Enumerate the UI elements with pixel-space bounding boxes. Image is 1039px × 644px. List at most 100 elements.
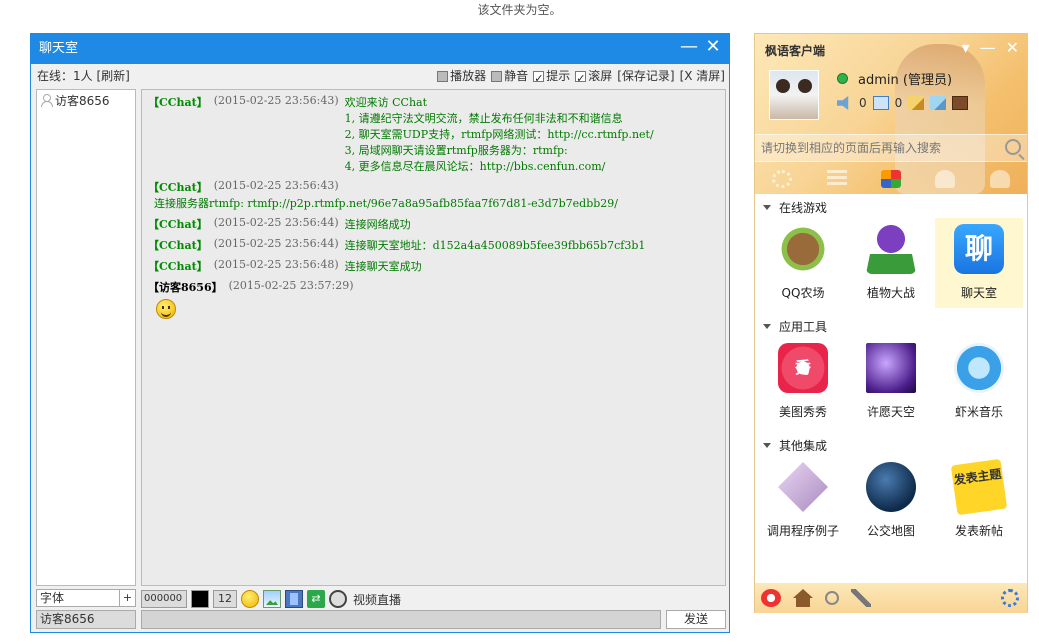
close-button[interactable]: ✕ — [703, 38, 723, 58]
font-select[interactable]: 字体 + — [36, 589, 136, 607]
player-checkbox[interactable]: 播放器 — [437, 65, 486, 87]
app-bus-map[interactable]: 公交地图 — [847, 456, 935, 546]
message-time: (2015-02-25 23:57:29) — [228, 279, 354, 292]
nav-contacts-icon[interactable] — [989, 170, 1010, 188]
mute-checkbox[interactable]: 静音 — [491, 65, 528, 87]
color-swatch[interactable] — [191, 590, 209, 608]
list-item[interactable]: 访客8656 — [39, 92, 133, 108]
send-button[interactable]: 发送 — [666, 610, 726, 629]
message: 【访客8656】 (2015-02-25 23:57:29) — [148, 279, 719, 319]
format-toolbar: 字体 + 000000 12 ⇄ 视频直播 — [36, 589, 726, 609]
message: 【CChat】 (2015-02-25 23:56:43) 欢迎来访 CChat… — [148, 94, 719, 174]
chat-toolbar: 在线：1人 [刷新] 播放器 静音 提示 滚屏 [保存记录] [X 清屏] — [31, 65, 729, 90]
tools-icon[interactable] — [851, 589, 871, 607]
app-new-post[interactable]: 发表主题 发表新帖 — [935, 456, 1023, 546]
nav-apps-icon[interactable] — [880, 170, 901, 188]
welcome-line: 1, 请遵纪守法文明交流，禁止发布任何非法和不和谐信息 — [344, 112, 623, 125]
mail-count: 0 — [894, 96, 903, 110]
message-sender: 【CChat】 — [148, 218, 208, 231]
section-header[interactable]: 应用工具 — [755, 315, 1027, 337]
client-header: 枫语客户端 ▾ — ✕ admin (管理员) 0 0 请切换到相应的页面后再输… — [755, 34, 1027, 194]
volume-count: 0 — [859, 96, 867, 110]
app-qq-farm[interactable]: QQ农场 — [759, 218, 847, 308]
username: admin (管理员) — [858, 73, 953, 88]
share-icon[interactable]: ⇄ — [307, 590, 325, 608]
note-icon[interactable] — [908, 96, 925, 110]
checkbox-box — [533, 68, 545, 90]
welcome-line: 4, 更多信息尽在晨风论坛：http://bbs.cenfun.com/ — [344, 160, 606, 173]
clear-screen-link[interactable]: [X 清屏] — [680, 65, 725, 87]
message-text: 连接网络成功 — [344, 218, 411, 231]
online-status-icon[interactable] — [837, 73, 848, 84]
search-icon[interactable] — [1005, 139, 1021, 155]
emoji-icon[interactable] — [241, 590, 259, 608]
online-count[interactable]: 在线：1人 [刷新] — [37, 65, 130, 87]
search-icon[interactable] — [825, 591, 839, 605]
color-code-field[interactable]: 000000 — [141, 590, 187, 608]
client-close-button[interactable]: ✕ — [1006, 38, 1019, 57]
client-title: 枫语客户端 — [765, 44, 826, 58]
checkbox-box — [575, 68, 587, 90]
section-header[interactable]: 其他集成 — [755, 434, 1027, 456]
skin-icon[interactable]: ▾ — [962, 38, 970, 57]
smiley-emoji-icon — [156, 299, 176, 319]
notify-checkbox[interactable]: 提示 — [533, 65, 570, 90]
message-text: 连接服务器rtmfp: rtmfp://p2p.rtmfp.net/96e7a8… — [154, 197, 619, 210]
webcam-icon[interactable] — [329, 590, 347, 608]
photo-icon[interactable] — [952, 96, 969, 110]
input-row: 访客8656 发送 — [36, 610, 726, 630]
message-input[interactable] — [141, 610, 661, 629]
message-sender: 【CChat】 — [148, 96, 208, 109]
minimize-button[interactable]: — — [679, 38, 699, 58]
message-text: 欢迎来访 CChat — [344, 96, 428, 109]
client-footer — [755, 583, 1027, 613]
message: 【CChat】 (2015-02-25 23:56:48) 连接聊天室成功 — [148, 258, 719, 274]
section-header[interactable]: 在线游戏 — [755, 196, 1027, 218]
message-sender: 【CChat】 — [148, 260, 208, 273]
client-minimize-button[interactable]: — — [980, 38, 996, 57]
user-icon — [39, 93, 53, 107]
app-wish-sky[interactable]: 许愿天空 — [847, 337, 935, 427]
message: 【CChat】 (2015-02-25 23:56:44) 连接聊天室地址：d1… — [148, 237, 719, 253]
speaker-icon[interactable] — [837, 96, 849, 110]
font-plus-button[interactable]: + — [119, 590, 135, 606]
app-meitu[interactable]: 秀 美图秀秀 — [759, 337, 847, 427]
message-time: (2015-02-25 23:56:43) — [213, 94, 339, 107]
nav-settings-icon[interactable] — [772, 170, 793, 188]
example-icon — [778, 462, 828, 512]
avatar[interactable] — [769, 70, 819, 120]
app-plants-vs-zombies[interactable]: 植物大战 — [847, 218, 935, 308]
message: 【CChat】 (2015-02-25 23:56:44) 连接网络成功 — [148, 216, 719, 232]
nav-user-icon[interactable] — [935, 170, 956, 188]
nav-list-icon[interactable] — [826, 170, 847, 188]
message-text: 连接聊天室地址：d152a4a450089b5fee39fbb65b7cf3b1 — [344, 239, 646, 252]
mascot-icon[interactable] — [761, 589, 781, 607]
video-live-button[interactable]: 视频直播 — [353, 591, 401, 608]
save-log-link[interactable]: [保存记录] — [617, 65, 674, 87]
user-list: 访客8656 — [36, 89, 136, 586]
post-icon: 发表主题 — [950, 458, 1008, 516]
client-panel: 枫语客户端 ▾ — ✕ admin (管理员) 0 0 请切换到相应的页面后再输… — [754, 33, 1028, 613]
font-size-field[interactable]: 12 — [213, 590, 237, 608]
chat-icon: 聊 — [954, 224, 1004, 274]
mail-icon[interactable] — [872, 96, 889, 110]
message-text: 连接聊天室成功 — [344, 260, 422, 273]
collapse-icon — [763, 204, 771, 210]
app-program-example[interactable]: 调用程序例子 — [759, 456, 847, 546]
search-input[interactable]: 请切换到相应的页面后再输入搜索 — [755, 134, 1027, 162]
home-icon[interactable] — [793, 589, 813, 607]
settings-gear-icon[interactable] — [1001, 589, 1019, 607]
checkbox-box — [437, 70, 449, 82]
plant-icon — [866, 224, 916, 274]
current-user-label: 访客8656 — [36, 610, 136, 629]
chat-window: 聊天室 — ✕ 在线：1人 [刷新] 播放器 静音 提示 滚屏 [保存记录] [ — [30, 33, 730, 633]
image-icon[interactable] — [263, 590, 281, 608]
app-xiami-music[interactable]: 虾米音乐 — [935, 337, 1023, 427]
edit-icon[interactable] — [930, 96, 947, 110]
app-chatroom[interactable]: 聊 聊天室 — [935, 218, 1023, 308]
video-file-icon[interactable] — [285, 590, 303, 608]
message-time: (2015-02-25 23:56:44) — [213, 216, 339, 229]
meitu-icon: 秀 — [778, 343, 828, 393]
scroll-checkbox[interactable]: 滚屏 — [575, 65, 612, 90]
collapse-icon — [763, 323, 771, 329]
